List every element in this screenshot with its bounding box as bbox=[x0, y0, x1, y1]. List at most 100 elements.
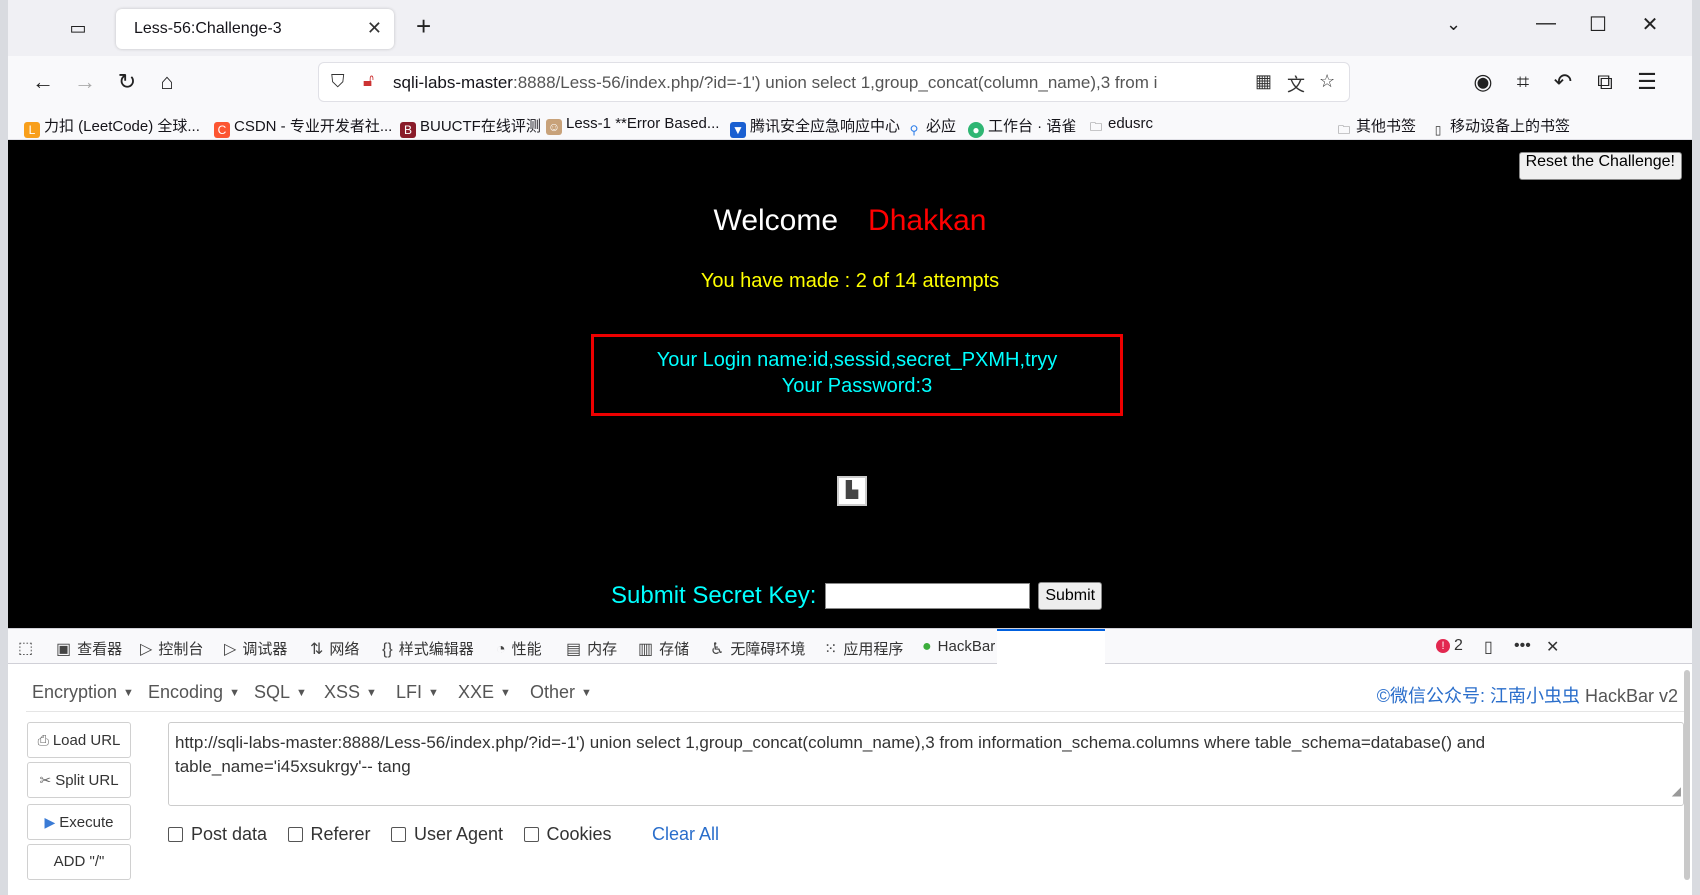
gauge-icon: ◔ bbox=[496, 641, 506, 658]
post-data-checkbox[interactable]: Post data bbox=[168, 824, 267, 845]
bookmark-label: 工作台 · 语雀 bbox=[988, 118, 1077, 135]
buuctf-icon: B bbox=[400, 122, 416, 138]
insecure-lock-icon[interactable]: 🔓︎ bbox=[363, 71, 374, 91]
qr-code-icon[interactable]: ▦ bbox=[1255, 71, 1272, 92]
play-icon: ▶ bbox=[44, 814, 56, 830]
close-tab-icon[interactable]: ✕ bbox=[367, 18, 382, 39]
tab-network[interactable]: ⇅ 网络 bbox=[310, 638, 359, 659]
bookmark-buuctf[interactable]: B BUUCTF在线评测 bbox=[400, 115, 541, 138]
tab-label: 调试器 bbox=[242, 641, 288, 658]
tab-style-editor[interactable]: {} 样式编辑器 bbox=[382, 638, 474, 659]
tab-performance[interactable]: ◔ 性能 bbox=[496, 638, 542, 659]
tab-active[interactable]: Less-56:Challenge-3 ✕ bbox=[116, 9, 394, 49]
caret-down-icon: ▼ bbox=[296, 687, 307, 699]
caret-down-icon: ▼ bbox=[366, 687, 377, 699]
menu-encryption[interactable]: Encryption ▼ bbox=[32, 682, 134, 703]
tab-hackbar[interactable]: ● HackBar bbox=[922, 638, 995, 656]
tab-console[interactable]: ▷ 控制台 bbox=[140, 638, 203, 659]
secret-key-input[interactable] bbox=[824, 583, 1030, 609]
translate-icon[interactable]: 文 bbox=[1287, 71, 1305, 97]
checkbox-box[interactable] bbox=[287, 827, 303, 842]
checkbox-box[interactable] bbox=[391, 827, 406, 842]
reset-challenge-button[interactable]: Reset the Challenge! bbox=[1518, 152, 1682, 180]
minimize-icon[interactable]: — bbox=[1526, 12, 1566, 35]
welcome-text: Welcome bbox=[713, 204, 839, 237]
undo-icon[interactable]: ↶ bbox=[1548, 68, 1578, 96]
reload-icon[interactable]: ↻ bbox=[112, 68, 142, 96]
braces-icon: {} bbox=[382, 641, 393, 658]
menu-encoding[interactable]: Encoding ▼ bbox=[148, 682, 240, 703]
menu-label: Encryption bbox=[32, 682, 118, 702]
element-picker-icon[interactable]: ⬚ bbox=[18, 638, 39, 658]
bookmark-other[interactable]: 🗀︎ 其他书签 bbox=[1336, 115, 1416, 138]
menu-lfi[interactable]: LFI ▼ bbox=[396, 682, 439, 703]
menu-other[interactable]: Other ▼ bbox=[530, 682, 592, 703]
execute-button[interactable]: ▶ Execute bbox=[27, 804, 131, 840]
url-host: sqli-labs-master bbox=[393, 73, 513, 92]
user-agent-checkbox[interactable]: User Agent bbox=[391, 824, 503, 845]
forward-icon[interactable]: → bbox=[70, 68, 100, 96]
less1-icon: ☺ bbox=[546, 119, 562, 135]
menu-xxe[interactable]: XXE ▼ bbox=[458, 682, 511, 703]
url-text[interactable]: sqli-labs-master:8888/Less-56/index.php/… bbox=[393, 73, 1233, 93]
bookmark-edusrc[interactable]: 🗀︎ edusrc bbox=[1088, 115, 1153, 135]
bookmark-star-icon[interactable]: ☆ bbox=[1319, 71, 1335, 92]
crop-icon[interactable]: ⌗ bbox=[1508, 68, 1538, 96]
new-tab-button[interactable]: + bbox=[416, 12, 431, 40]
bookmark-mobile[interactable]: ▯ 移动设备上的书签 bbox=[1430, 115, 1570, 138]
tab-accessibility[interactable]: ♿︎ 无障碍环境 bbox=[710, 638, 805, 659]
tab-label: HackBar bbox=[937, 638, 996, 655]
credit-link[interactable]: ©微信公众号: 江南小虫虫 bbox=[1377, 686, 1580, 706]
secret-key-form: Submit Secret Key: Submit bbox=[611, 582, 1103, 610]
maximize-icon[interactable]: ☐ bbox=[1578, 12, 1618, 37]
bookmark-less1[interactable]: ☺ Less-1 **Error Based... bbox=[546, 115, 719, 135]
bookmark-tencent-src[interactable]: ▼ 腾讯安全应急响应中心 bbox=[730, 115, 900, 138]
caret-down-icon: ▼ bbox=[428, 687, 439, 699]
cookies-checkbox[interactable]: Cookies bbox=[523, 824, 612, 845]
split-url-button[interactable]: ✂︎ Split URL bbox=[27, 762, 131, 798]
tab-application[interactable]: ⁙ 应用程序 bbox=[824, 638, 903, 659]
leetcode-icon: L bbox=[24, 122, 40, 138]
checkbox-box[interactable] bbox=[523, 827, 539, 842]
menu-xss[interactable]: XSS ▼ bbox=[324, 682, 377, 703]
shield-icon[interactable]: ⛉ bbox=[331, 71, 345, 92]
menu-sql[interactable]: SQL ▼ bbox=[254, 682, 307, 703]
load-url-button[interactable]: ⎙ Load URL bbox=[27, 722, 131, 758]
tab-storage[interactable]: ▥ 存储 bbox=[638, 638, 689, 659]
responsive-mode-icon[interactable]: ▯ bbox=[1484, 637, 1493, 657]
accessibility-icon: ♿︎ bbox=[710, 641, 725, 658]
bookmark-label: 移动设备上的书签 bbox=[1450, 118, 1571, 135]
extensions-icon[interactable]: ⧉ bbox=[1590, 68, 1620, 96]
referer-checkbox[interactable]: Referer bbox=[287, 824, 371, 845]
url-bar[interactable]: ⛉ 🔓︎ sqli-labs-master:8888/Less-56/index… bbox=[318, 62, 1350, 102]
tab-memory[interactable]: ▤ 内存 bbox=[566, 638, 617, 659]
checkbox-label: User Agent bbox=[414, 824, 504, 844]
error-counter[interactable]: ! 2 bbox=[1436, 637, 1463, 655]
home-icon[interactable]: ⌂ bbox=[152, 68, 182, 96]
chevron-down-icon[interactable]: ⌄ bbox=[1446, 14, 1461, 35]
url-textarea[interactable]: http://sqli-labs-master:8888/Less-56/ind… bbox=[168, 722, 1684, 806]
menu-icon[interactable]: ☰ bbox=[1632, 68, 1662, 96]
bookmarks-bar: L 力扣 (LeetCode) 全球... C CSDN - 专业开发者社... B… bbox=[8, 108, 1692, 140]
submit-button[interactable]: Submit bbox=[1038, 582, 1103, 610]
bookmark-leetcode[interactable]: L 力扣 (LeetCode) 全球... bbox=[24, 115, 200, 138]
scissors-icon: ✂︎ bbox=[39, 772, 52, 788]
bookmark-yuque[interactable]: ● 工作台 · 语雀 bbox=[968, 115, 1076, 138]
close-devtools-icon[interactable]: ✕ bbox=[1546, 637, 1559, 657]
tab-label: 无障碍环境 bbox=[730, 641, 806, 658]
account-icon[interactable]: ◉ bbox=[1468, 68, 1498, 96]
close-window-icon[interactable]: ✕ bbox=[1630, 12, 1670, 37]
vertical-scrollbar[interactable] bbox=[1684, 670, 1690, 880]
clear-all-link[interactable]: Clear All bbox=[652, 824, 719, 845]
bookmark-csdn[interactable]: C CSDN - 专业开发者社... bbox=[214, 115, 392, 138]
back-icon[interactable]: ← bbox=[28, 68, 58, 96]
tab-list-icon[interactable]: ▭ bbox=[66, 16, 90, 40]
hackbar-panel: Encryption ▼ Encoding ▼ SQL ▼ XSS ▼ LFI ▼ XXE… bbox=[8, 664, 1692, 895]
resize-grip-icon[interactable]: ◢ bbox=[1672, 779, 1681, 803]
tab-inspector[interactable]: ▣ 查看器 bbox=[56, 638, 122, 659]
tab-debugger[interactable]: ▷ 调试器 bbox=[224, 638, 287, 659]
more-options-icon[interactable]: ••• bbox=[1514, 637, 1531, 655]
bookmark-bing[interactable]: ⚲ 必应 bbox=[906, 115, 956, 138]
add-slash-button[interactable]: ADD "/" bbox=[27, 844, 131, 880]
checkbox-box[interactable] bbox=[168, 827, 183, 842]
